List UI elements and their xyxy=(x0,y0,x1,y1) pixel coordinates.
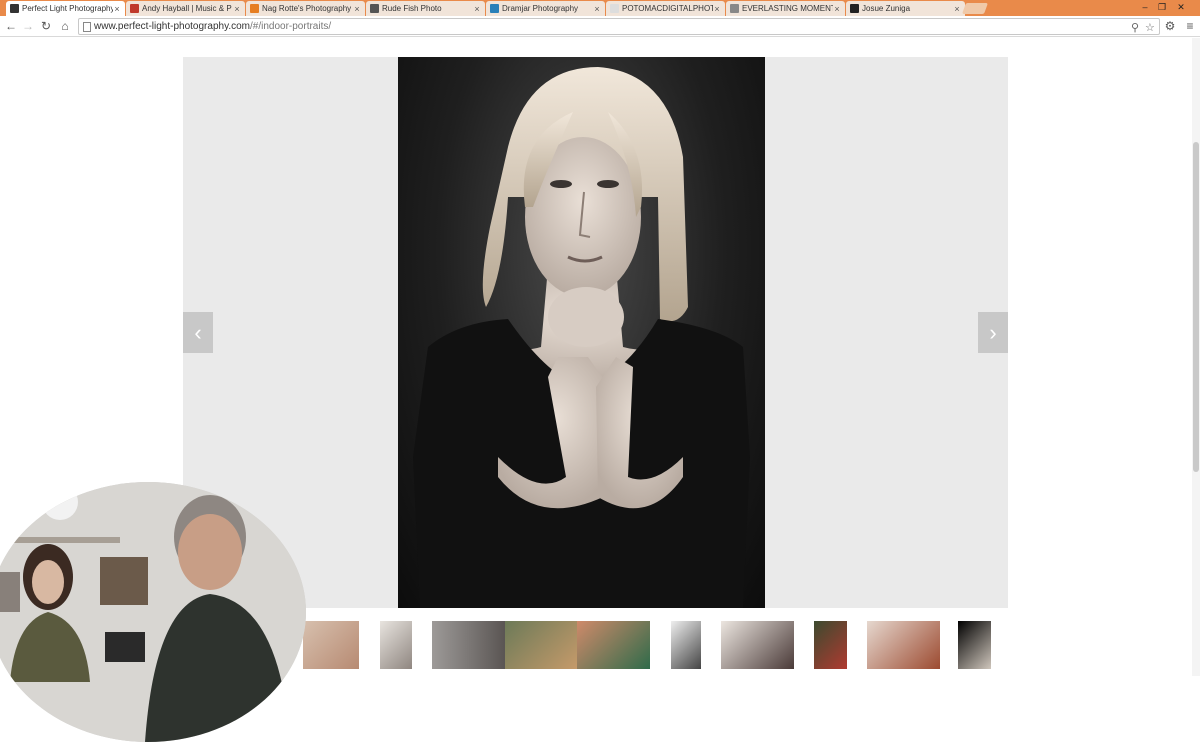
thumbnail-strip xyxy=(183,621,1008,671)
thumbnail[interactable] xyxy=(505,621,577,669)
close-tab-icon[interactable]: × xyxy=(593,4,601,14)
portrait-photo[interactable] xyxy=(398,57,765,608)
address-bar[interactable]: www.perfect-light-photography.com/#/indo… xyxy=(78,18,1160,35)
minimize-icon[interactable]: – xyxy=(1138,1,1152,13)
close-tab-icon[interactable]: × xyxy=(953,4,961,14)
restore-icon[interactable]: ❐ xyxy=(1155,1,1169,13)
browser-tab[interactable]: Dramjar Photography × xyxy=(486,1,605,16)
forward-icon[interactable]: → xyxy=(21,19,35,33)
close-tab-icon[interactable]: × xyxy=(473,4,481,14)
chevron-left-icon: ‹ xyxy=(194,319,202,345)
thumbnail[interactable] xyxy=(432,621,505,669)
webcam-image xyxy=(0,482,306,742)
browser-tab[interactable]: Perfect Light Photography × xyxy=(6,1,125,16)
url-host: www.perfect-light-photography.com xyxy=(94,21,250,32)
previous-arrow-button[interactable]: ‹ xyxy=(183,312,213,353)
thumbnail[interactable] xyxy=(867,621,940,669)
thumbnail[interactable] xyxy=(721,621,794,669)
z-icon xyxy=(850,4,859,13)
back-icon[interactable]: ← xyxy=(4,19,18,33)
fish-icon xyxy=(370,4,379,13)
browser-tab[interactable]: Rude Fish Photo × xyxy=(366,1,485,16)
scrollbar[interactable] xyxy=(1192,38,1200,676)
bookmark-star-icon[interactable]: ☆ xyxy=(1145,21,1155,34)
n-icon xyxy=(250,4,259,13)
webcam-overlay xyxy=(0,482,306,742)
gallery-slideshow: ‹ › xyxy=(183,57,1008,608)
close-tab-icon[interactable]: × xyxy=(353,4,361,14)
next-arrow-button[interactable]: › xyxy=(978,312,1008,353)
tab-label: Josue Zuniga xyxy=(862,4,911,13)
x-icon xyxy=(490,4,499,13)
thumbnail[interactable] xyxy=(671,621,701,669)
chevron-right-icon: › xyxy=(989,319,997,345)
close-tab-icon[interactable]: × xyxy=(113,4,121,14)
scrollbar-thumb[interactable] xyxy=(1193,142,1199,472)
url-text: www.perfect-light-photography.com/#/indo… xyxy=(94,21,331,32)
browser-tab[interactable]: POTOMACDIGITALPHOT × xyxy=(606,1,725,16)
camera-icon xyxy=(10,4,19,13)
ah-icon xyxy=(130,4,139,13)
close-window-icon[interactable]: ✕ xyxy=(1174,1,1188,13)
thumbnail[interactable] xyxy=(814,621,847,669)
browser-tab[interactable]: EVERLASTING MOMENTS × xyxy=(726,1,845,16)
new-tab-button[interactable] xyxy=(961,3,989,14)
close-tab-icon[interactable]: × xyxy=(833,4,841,14)
tab-label: EVERLASTING MOMENTS xyxy=(742,4,833,13)
menu-icon[interactable]: ≡ xyxy=(1183,19,1197,33)
thumbnail-active[interactable] xyxy=(958,621,991,669)
reload-icon[interactable]: ↻ xyxy=(39,19,53,33)
tab-strip: Perfect Light Photography × Andy Hayball |… xyxy=(0,0,1200,16)
tab-label: Dramjar Photography xyxy=(502,4,579,13)
blank-icon xyxy=(610,4,619,13)
tab-label: Andy Hayball | Music & P xyxy=(142,4,232,13)
browser-tab[interactable]: Josue Zuniga × xyxy=(846,1,965,16)
thumbnail[interactable] xyxy=(303,621,359,669)
close-tab-icon[interactable]: × xyxy=(233,4,241,14)
browser-tab[interactable]: Andy Hayball | Music & P × xyxy=(126,1,245,16)
close-tab-icon[interactable]: × xyxy=(713,4,721,14)
browser-toolbar: ← → ↻ ⌂ www.perfect-light-photography.co… xyxy=(0,16,1200,37)
portrait-image xyxy=(413,67,750,608)
thumbnail[interactable] xyxy=(380,621,412,669)
url-path: /#/indoor-portraits/ xyxy=(250,21,332,32)
tab-label: Nag Rotte's Photography xyxy=(262,4,352,13)
zoom-icon[interactable]: ⚲ xyxy=(1131,21,1139,34)
thumbnail[interactable] xyxy=(577,621,650,669)
globe-icon xyxy=(730,4,739,13)
tab-label: Rude Fish Photo xyxy=(382,4,442,13)
tab-label: POTOMACDIGITALPHOT xyxy=(622,4,713,13)
home-icon[interactable]: ⌂ xyxy=(58,19,72,33)
extension-icon[interactable]: ⚙ xyxy=(1163,19,1177,33)
browser-tab[interactable]: Nag Rotte's Photography × xyxy=(246,1,365,16)
page-icon xyxy=(83,22,91,32)
tab-label: Perfect Light Photography xyxy=(22,4,113,13)
